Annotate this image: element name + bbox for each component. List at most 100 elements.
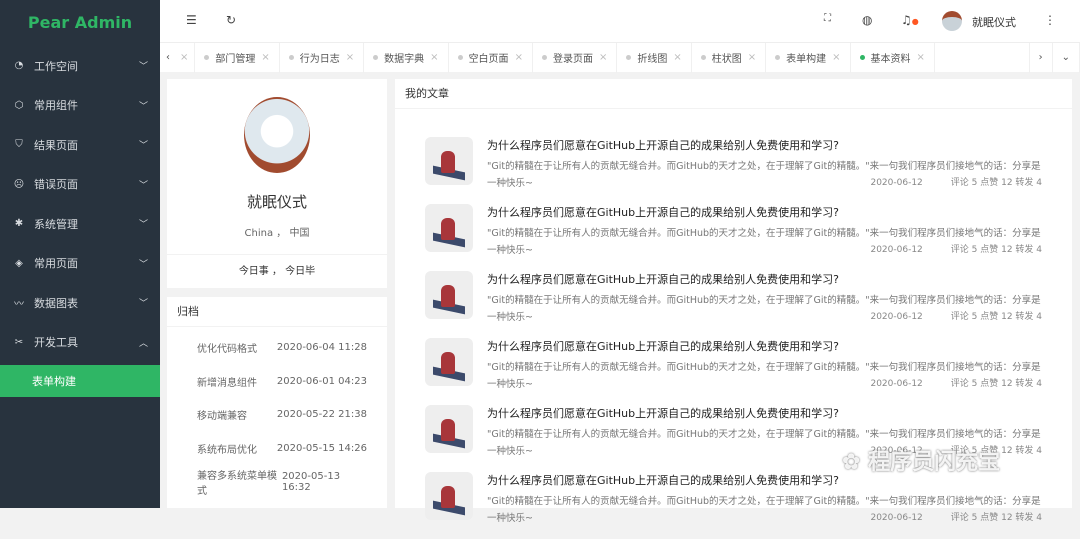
tab-label: 数据字典	[384, 54, 425, 65]
sidebar-item[interactable]: ◈ 常用页面 ﹀	[0, 244, 160, 284]
profile-motto: 今日事 ， 今日毕	[167, 254, 387, 289]
tab-menu-dropdown[interactable]: ⌄	[1053, 42, 1080, 73]
refresh-icon[interactable]: ↻	[226, 13, 236, 27]
article-title[interactable]: 为什么程序员们愿意在GitHub上开源自己的成果给别人免费使用和学习?	[487, 204, 1042, 220]
archive-name: 新增消息组件	[197, 377, 257, 389]
tab[interactable]: 折线图 ×	[617, 42, 692, 73]
chevron-down-icon: ﹀	[138, 259, 148, 270]
archive-item[interactable]: 优化代码格式 2020-06-04 11:28	[167, 331, 387, 365]
shield-check-icon: ⛉	[15, 139, 23, 151]
archive-name: 优化代码格式	[197, 344, 257, 356]
sidebar-item-label: 工作空间	[34, 59, 78, 73]
article-thumbnail	[425, 472, 473, 520]
close-icon[interactable]: ×	[346, 52, 354, 63]
article-date: 2020-06-12	[870, 312, 923, 322]
sidebar-item-label: 开发工具	[34, 336, 78, 350]
article-date: 2020-06-12	[870, 379, 923, 389]
tab-label: 基本资料	[870, 54, 911, 65]
close-icon[interactable]: ×	[599, 52, 607, 63]
tab[interactable]: 部门管理 ×	[195, 42, 280, 73]
tab-label: 行为日志	[299, 54, 340, 65]
collapse-menu-icon[interactable]: ☰	[186, 13, 197, 27]
close-icon[interactable]: ×	[748, 52, 756, 63]
sidebar-item[interactable]: ✂ 开发工具 ︿	[0, 323, 160, 363]
archive-name: 系统布局优化	[197, 444, 257, 456]
archive-item[interactable]: 移动端兼容 2020-05-22 21:38	[167, 398, 387, 432]
chart-line-icon: 〰	[14, 299, 24, 311]
article-stats: 评论 5 点赞 12 转发 4	[950, 513, 1042, 523]
bell-icon[interactable]: ♫●	[901, 13, 919, 27]
tab[interactable]: 表单构建 ×	[766, 42, 851, 73]
sidebar-item[interactable]: ◔ 工作空间 ﹀	[0, 46, 160, 86]
username[interactable]: 就眠仪式	[972, 14, 1016, 30]
archive-title: 归档	[167, 297, 387, 327]
watermark: ✿ 程序员闪充宝	[842, 450, 1001, 475]
article-date: 2020-06-12	[870, 178, 923, 188]
close-icon[interactable]: ×	[515, 52, 523, 63]
archive-item[interactable]: 系统布局优化 2020-05-15 14:26	[167, 432, 387, 466]
fullscreen-icon[interactable]: ⛶	[824, 13, 831, 24]
tools-icon: ✂	[14, 336, 24, 348]
sidebar-item-label: 结果页面	[34, 138, 78, 152]
tab-bar: ‹ × 部门管理 × 行为日志 × 数据字典 × 空白页面 × 登录页面 × 折线图 × 柱状图 × 表单构…	[160, 42, 1080, 73]
archive-name: 兼容多系统菜单模式	[197, 470, 277, 497]
article-item[interactable]: 为什么程序员们愿意在GitHub上开源自己的成果给别人免费使用和学习? "Git的…	[395, 204, 1072, 271]
close-icon[interactable]: ×	[430, 52, 438, 63]
article-stats: 评论 5 点赞 12 转发 4	[950, 379, 1042, 389]
sidebar-item[interactable]: ⬡ 常用组件 ﹀	[0, 86, 160, 126]
tab-scroll-right[interactable]: ›	[1028, 42, 1053, 73]
tab[interactable]: 数据字典 ×	[364, 42, 449, 73]
sidebar-item[interactable]: ⛉ 结果页面 ﹀	[0, 125, 160, 165]
sad-face-icon: ☹	[13, 178, 25, 190]
more-icon[interactable]: ⋮	[1044, 13, 1056, 27]
chevron-down-icon: ﹀	[138, 299, 148, 310]
article-title[interactable]: 为什么程序员们愿意在GitHub上开源自己的成果给别人免费使用和学习?	[487, 137, 1042, 153]
article-stats: 评论 5 点赞 12 转发 4	[950, 178, 1042, 188]
article-item[interactable]: 为什么程序员们愿意在GitHub上开源自己的成果给别人免费使用和学习? "Git的…	[395, 271, 1072, 338]
profile-avatar	[244, 97, 310, 173]
tab[interactable]: 空白页面 ×	[449, 42, 533, 73]
tab-scroll-left[interactable]: ‹ ×	[160, 42, 196, 73]
article-title[interactable]: 为什么程序员们愿意在GitHub上开源自己的成果给别人免费使用和学习?	[487, 338, 1042, 354]
sidebar-item-label: 数据图表	[34, 296, 78, 310]
cube-icon: ⬡	[14, 99, 24, 111]
notification-dot: ●	[911, 17, 919, 26]
tab[interactable]: 登录页面 ×	[533, 42, 618, 73]
close-icon[interactable]: ×	[673, 52, 681, 63]
tab-status-dot	[700, 55, 706, 60]
article-item[interactable]: 为什么程序员们愿意在GitHub上开源自己的成果给别人免费使用和学习? "Git的…	[395, 472, 1072, 539]
archive-name: 移动端兼容	[197, 411, 247, 423]
sidebar-item[interactable]: ✱ 系统管理 ﹀	[0, 204, 160, 244]
archive-card: 归档 优化代码格式 2020-06-04 11:28 新增消息组件 2020-06-0…	[167, 297, 387, 508]
tab[interactable]: 行为日志 ×	[280, 42, 365, 73]
article-title[interactable]: 为什么程序员们愿意在GitHub上开源自己的成果给别人免费使用和学习?	[487, 405, 1042, 421]
chevron-down-icon: ﹀	[138, 101, 148, 112]
tab-label: 折线图	[637, 54, 668, 65]
layers-icon: ◈	[15, 257, 23, 269]
article-item[interactable]: 为什么程序员们愿意在GitHub上开源自己的成果给别人免费使用和学习? "Git的…	[395, 338, 1072, 405]
tab[interactable]: 基本资料 ×	[851, 42, 935, 73]
close-icon[interactable]: ×	[261, 52, 269, 63]
profile-location: China ， 中国	[244, 228, 310, 239]
close-icon[interactable]: ×	[917, 52, 925, 63]
article-title[interactable]: 为什么程序员们愿意在GitHub上开源自己的成果给别人免费使用和学习?	[487, 271, 1042, 287]
tab[interactable]: 柱状图 ×	[692, 42, 767, 73]
tab-label: 部门管理	[215, 54, 256, 65]
sidebar-item[interactable]: 〰数据图表 ﹀	[0, 283, 160, 323]
tab-label: 表单构建	[786, 54, 827, 65]
chevron-down-icon: ﹀	[138, 62, 148, 73]
article-thumbnail	[425, 137, 473, 185]
sidebar-item[interactable]: ☹ 错误页面 ﹀	[0, 165, 160, 205]
sidebar-item-label: 常用组件	[34, 99, 78, 113]
avatar[interactable]	[942, 11, 962, 31]
archive-item[interactable]: 兼容多系统菜单模式 2020-05-13 16:32	[167, 465, 387, 499]
tab-status-dot	[775, 55, 781, 60]
globe-icon[interactable]: ◍	[862, 13, 872, 27]
tab-status-dot	[373, 55, 379, 60]
tab-status-dot	[541, 55, 547, 60]
article-date: 2020-06-12	[870, 245, 923, 255]
archive-item[interactable]: 新增消息组件 2020-06-01 04:23	[167, 365, 387, 399]
sidebar-item-form-builder[interactable]: 表单构建	[0, 365, 160, 397]
close-icon[interactable]: ×	[832, 52, 840, 63]
article-item[interactable]: 为什么程序员们愿意在GitHub上开源自己的成果给别人免费使用和学习? "Git的…	[395, 137, 1072, 204]
